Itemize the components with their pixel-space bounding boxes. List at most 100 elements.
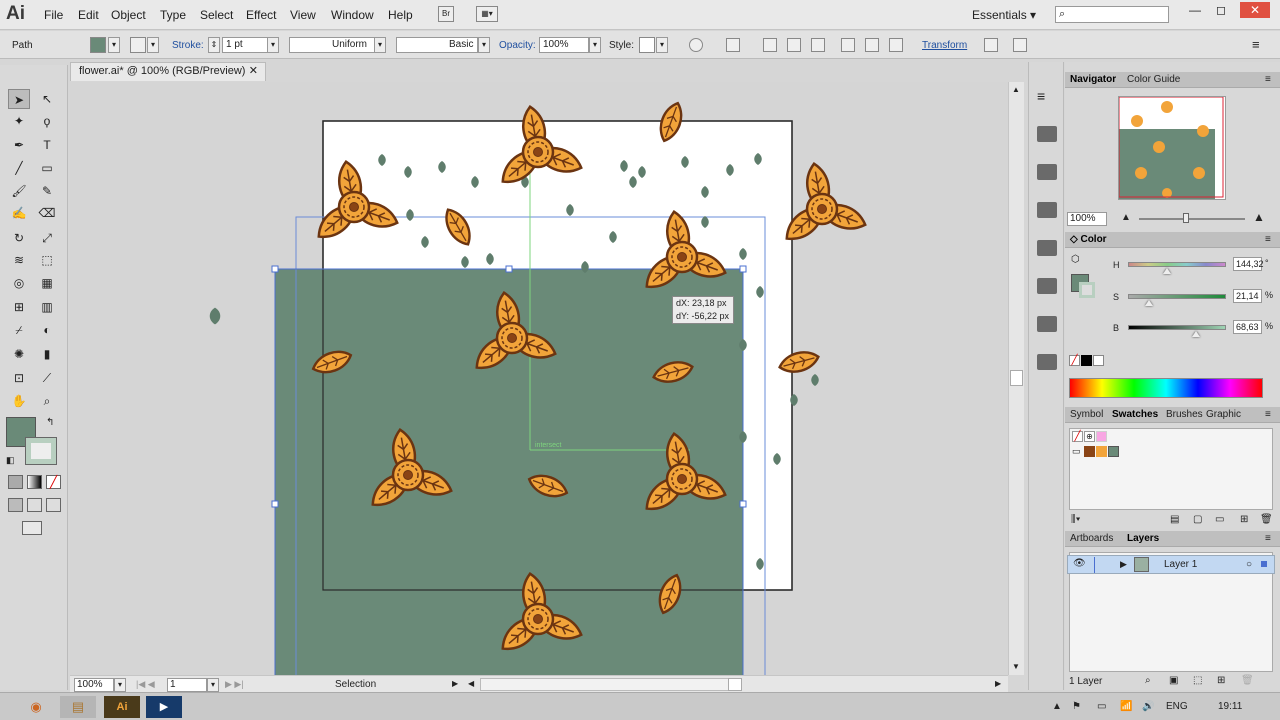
document-tab[interactable]: flower.ai* @ 100% (RGB/Preview) ✕ <box>70 62 266 81</box>
swap-fill-stroke-icon[interactable]: ↰ <box>46 417 54 428</box>
stroke-weight-field[interactable]: 1 pt <box>222 37 268 53</box>
status-menu-icon[interactable]: ▶ <box>452 679 458 688</box>
zoom-out-icon[interactable]: ▲ <box>1121 212 1131 223</box>
appearance-panel-icon[interactable] <box>1037 126 1057 142</box>
chrome-taskbar-icon[interactable]: ◉ <box>18 696 54 718</box>
layer-selection-indicator[interactable] <box>1261 561 1267 567</box>
canvas-area[interactable]: intersect dX: 23,18 px dY: -56,22 px <box>70 82 1008 675</box>
panel-strip-menu-icon[interactable]: ≡ <box>1037 88 1045 104</box>
tray-volume-icon[interactable]: 🔊 <box>1142 701 1154 712</box>
color-stroke-box[interactable] <box>1079 282 1095 298</box>
tab-color[interactable]: ◇ Color <box>1070 234 1107 245</box>
perspective-grid-tool-icon[interactable]: ▦ <box>36 273 58 293</box>
brush-dropdown[interactable]: ▾ <box>478 37 490 53</box>
artboard-dropdown[interactable]: ▾ <box>207 678 219 692</box>
swatches-menu-icon[interactable]: ≡ <box>1265 409 1271 420</box>
profile-dropdown[interactable]: ▾ <box>374 37 386 53</box>
locate-object-icon[interactable]: ⌕ <box>1145 675 1151 686</box>
opacity-label[interactable]: Opacity: <box>499 40 536 51</box>
stroke-label[interactable]: Stroke: <box>172 40 204 51</box>
arrange-documents-icon[interactable]: ▦▾ <box>476 6 498 22</box>
layer-row[interactable]: 👁 ▶ Layer 1 ○ <box>1067 555 1275 574</box>
paintbrush-tool-icon[interactable]: 🖌 <box>8 181 30 201</box>
rotate-tool-icon[interactable]: ↻ <box>8 228 30 248</box>
blend-tool-icon[interactable]: ◐ <box>36 320 58 340</box>
stroke-stepper[interactable]: ⇕ <box>208 37 220 53</box>
layer-name[interactable]: Layer 1 <box>1164 559 1197 570</box>
rectangle-tool-icon[interactable]: ▭ <box>36 158 58 178</box>
make-clipping-mask-icon[interactable]: ▣ <box>1169 675 1178 686</box>
workspace-switcher[interactable]: Essentials ▾ <box>972 8 1036 22</box>
zoom-in-icon[interactable]: ▲ <box>1253 210 1265 224</box>
menu-select[interactable]: Select <box>200 8 233 22</box>
show-swatch-kinds-icon[interactable]: ▤ <box>1170 514 1179 525</box>
swatch-libraries-icon[interactable]: ⫼▾ <box>1071 514 1080 525</box>
tray-action-center-icon[interactable]: ⚑ <box>1072 701 1081 712</box>
tray-language[interactable]: ENG <box>1166 701 1188 712</box>
out-of-gamut-icon[interactable]: ⬡ <box>1071 254 1080 265</box>
lasso-tool-icon[interactable]: ϙ <box>36 111 58 131</box>
h-value-field[interactable]: 144,32 <box>1233 257 1264 271</box>
align-middle-icon[interactable] <box>865 38 879 52</box>
zoom-dropdown[interactable]: ▾ <box>114 678 126 692</box>
media-taskbar-icon[interactable]: ▶ <box>146 696 182 718</box>
tab-color-guide[interactable]: Color Guide <box>1127 74 1180 85</box>
close-window-button[interactable]: ✕ <box>1240 2 1270 18</box>
graphic-style-swatch[interactable] <box>639 37 655 53</box>
menu-object[interactable]: Object <box>111 8 146 22</box>
illustrator-taskbar-icon[interactable]: Ai <box>104 696 140 718</box>
scroll-right-icon[interactable]: ▶ <box>995 679 1001 688</box>
file-explorer-taskbar-icon[interactable]: ▤ <box>60 696 96 718</box>
align-center-icon[interactable] <box>787 38 801 52</box>
status-mode-label[interactable]: Selection <box>335 679 376 690</box>
menu-window[interactable]: Window <box>331 8 374 22</box>
bridge-icon[interactable]: Br <box>438 6 454 22</box>
menu-effect[interactable]: Effect <box>246 8 276 22</box>
close-document-icon[interactable]: ✕ <box>249 63 258 80</box>
opacity-dropdown[interactable]: ▾ <box>589 37 601 53</box>
transform-link[interactable]: Transform <box>922 40 967 51</box>
stroke-swatch[interactable] <box>130 37 146 53</box>
first-artboard-icon[interactable]: |◀ ◀ <box>136 679 155 690</box>
layers-menu-icon[interactable]: ≡ <box>1265 533 1271 544</box>
tray-battery-icon[interactable]: ▭ <box>1097 701 1106 712</box>
pencil-tool-icon[interactable]: ✎ <box>36 181 58 201</box>
search-input[interactable]: ⌕ <box>1055 6 1169 23</box>
none-color-swatch[interactable]: ╱ <box>1069 355 1080 366</box>
opacity-field[interactable]: 100% <box>539 37 589 53</box>
new-swatch-icon[interactable]: ⊞ <box>1240 514 1248 525</box>
tab-layers[interactable]: Layers <box>1127 533 1159 544</box>
none-mode-icon[interactable]: ╱ <box>46 475 61 489</box>
panel-menu-icon[interactable]: ≡ <box>1252 37 1260 52</box>
transparency-panel-icon[interactable] <box>1037 240 1057 256</box>
symbol-sprayer-tool-icon[interactable]: ✺ <box>8 344 30 364</box>
menu-file[interactable]: File <box>44 8 63 22</box>
brush-definition[interactable]: Basic <box>396 37 478 53</box>
pathfinder-panel-icon[interactable] <box>1037 316 1057 332</box>
selection-tool-icon[interactable]: ➤ <box>8 89 30 109</box>
layer-target-icon[interactable]: ○ <box>1246 559 1252 570</box>
screen-mode-icon[interactable] <box>22 521 42 535</box>
s-slider[interactable] <box>1128 294 1226 299</box>
tray-expand-icon[interactable]: ▲ <box>1052 701 1062 712</box>
stroke-dropdown[interactable]: ▾ <box>147 37 159 53</box>
gradient-mode-icon[interactable] <box>27 475 42 489</box>
tab-brushes[interactable]: Brushes <box>1166 409 1203 420</box>
isolate-icon[interactable] <box>984 38 998 52</box>
new-color-group-icon[interactable]: ▭ <box>1215 514 1224 525</box>
next-artboard-icon[interactable]: ▶ ▶| <box>225 679 244 690</box>
gradient-tool-icon[interactable]: ▥ <box>36 297 58 317</box>
menu-help[interactable]: Help <box>388 8 413 22</box>
h-slider[interactable] <box>1128 262 1226 267</box>
menu-view[interactable]: View <box>290 8 316 22</box>
draw-behind-icon[interactable] <box>27 498 42 512</box>
horizontal-scroll-track[interactable] <box>480 678 730 691</box>
tab-artboards[interactable]: Artboards <box>1070 533 1113 544</box>
artboard-number-field[interactable]: 1 <box>167 678 207 692</box>
recolor-artwork-icon[interactable] <box>689 38 703 52</box>
vertical-scroll-thumb[interactable] <box>1010 370 1023 386</box>
swatch-brown[interactable] <box>1084 446 1095 457</box>
new-sublayer-icon[interactable]: ⬚ <box>1193 675 1202 686</box>
horizontal-scroll-thumb[interactable] <box>728 678 742 691</box>
white-color-swatch[interactable] <box>1093 355 1104 366</box>
